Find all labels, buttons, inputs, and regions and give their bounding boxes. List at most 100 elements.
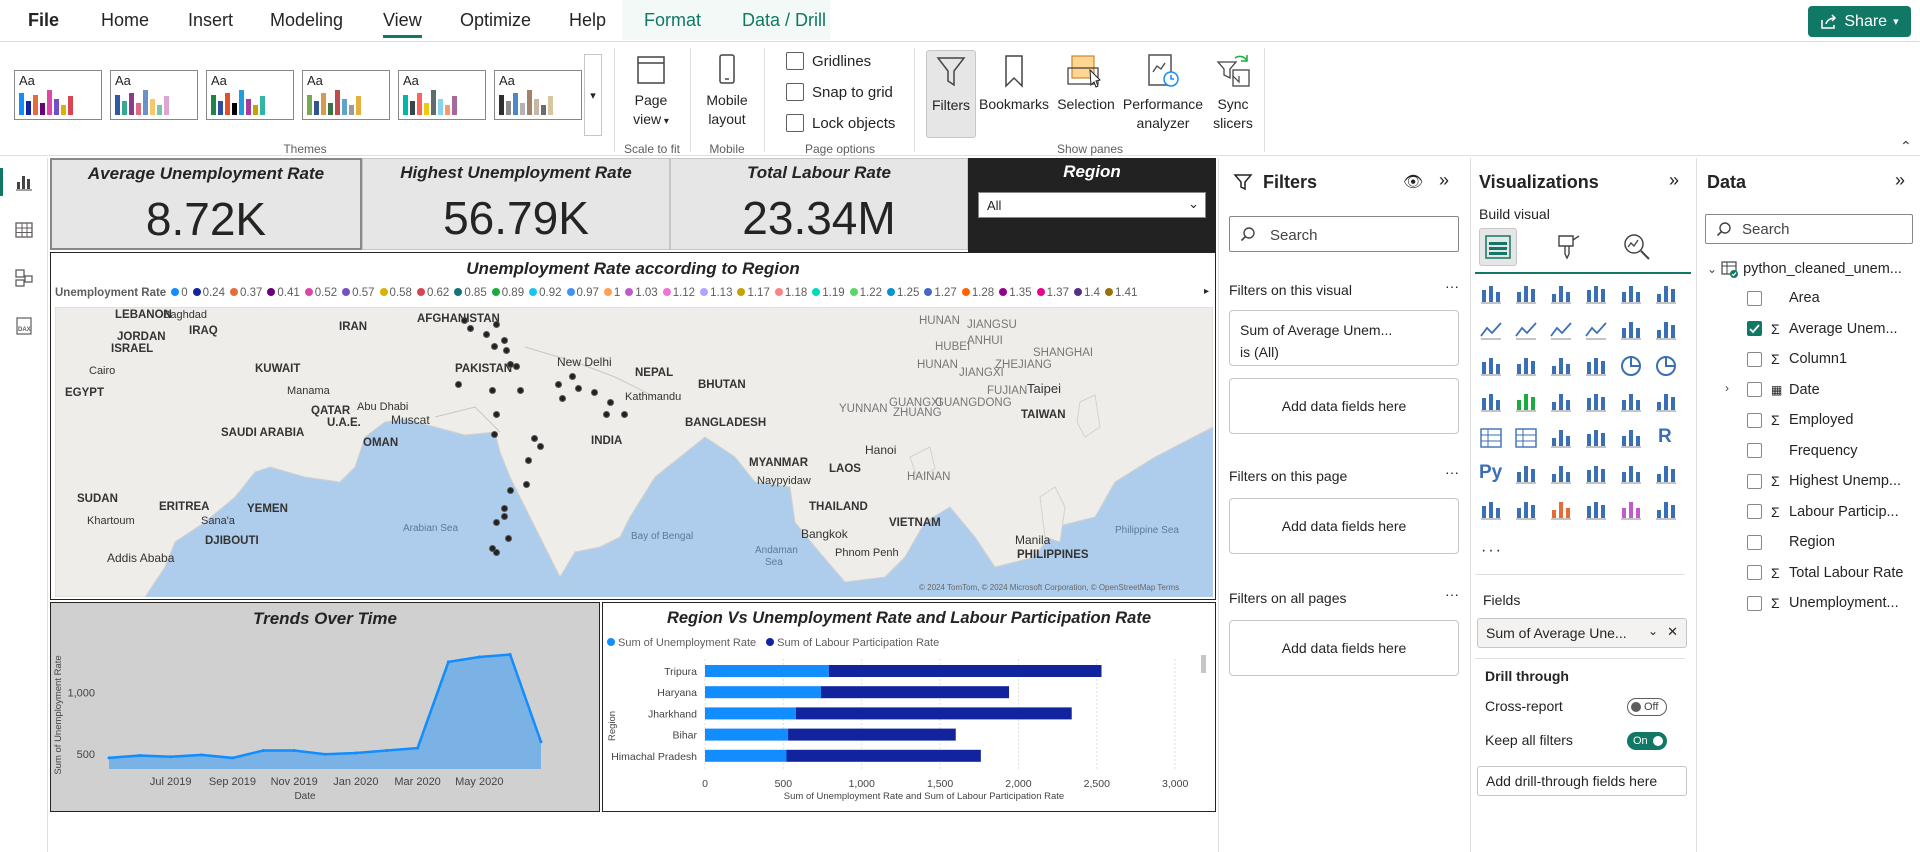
bar-segment[interactable]: [705, 728, 789, 741]
data-point[interactable]: [107, 756, 111, 760]
kpi-card-average-unemployment[interactable]: Average Unemployment Rate 8.72K: [50, 158, 362, 250]
region-slicer[interactable]: Region All ⌄: [968, 158, 1216, 252]
bar-segment[interactable]: [786, 749, 981, 762]
field-checkbox[interactable]: [1747, 473, 1762, 489]
eye-icon[interactable]: 👁: [1403, 172, 1423, 192]
tab-data-drill[interactable]: Data / Drill: [742, 10, 826, 31]
card-visual-icon[interactable]: [1654, 390, 1678, 414]
map-bubble[interactable]: [503, 347, 510, 354]
line-column-visual-icon[interactable]: [1479, 354, 1503, 378]
chevron-down-icon[interactable]: ⌄: [1648, 624, 1658, 638]
legend-item[interactable]: 1: [603, 287, 620, 299]
map-bubble[interactable]: [569, 373, 576, 380]
map-bubble[interactable]: [467, 325, 474, 332]
100-bar-visual-icon[interactable]: [1619, 282, 1643, 306]
legend-item[interactable]: 0.85: [454, 287, 487, 299]
legend-item[interactable]: 1.13: [700, 287, 732, 299]
map-bubble[interactable]: [513, 363, 520, 370]
legend-item[interactable]: 1.37: [1036, 287, 1069, 299]
qa-visual-icon[interactable]: [1619, 426, 1643, 450]
map-bubble[interactable]: [603, 411, 610, 418]
scrollbar-thumb[interactable]: [1201, 655, 1206, 673]
data-point[interactable]: [200, 753, 204, 757]
legend-item[interactable]: 0.92: [529, 287, 562, 299]
multi-row-card-visual-icon[interactable]: [1549, 462, 1573, 486]
power-automate-visual-icon[interactable]: [1479, 498, 1503, 522]
gauge-visual-icon[interactable]: [1619, 390, 1643, 414]
map-bubble[interactable]: [507, 487, 514, 494]
legend-item[interactable]: 0.24: [192, 287, 225, 299]
field-checkbox[interactable]: [1747, 504, 1762, 519]
matrix-visual-icon[interactable]: [1514, 426, 1538, 450]
keep-filters-toggle[interactable]: On: [1627, 732, 1667, 750]
data-field-average-unem[interactable]: Σ Average Unem...: [1747, 319, 1919, 339]
legend-item[interactable]: 1.41: [1104, 287, 1137, 299]
data-point[interactable]: [385, 749, 389, 753]
tab-home[interactable]: Home: [101, 10, 149, 31]
data-field-total-labour-rate[interactable]: Σ Total Labour Rate: [1747, 563, 1919, 583]
slicer-visual-icon[interactable]: [1549, 426, 1573, 450]
field-checkbox[interactable]: [1747, 290, 1762, 306]
data-field-highest-unemp[interactable]: Σ Highest Unemp...: [1747, 471, 1919, 491]
legend-item[interactable]: 0.52: [304, 287, 337, 299]
data-search-input[interactable]: Search: [1705, 214, 1913, 244]
legend-next-icon[interactable]: ▸: [1204, 286, 1209, 297]
bar-segment[interactable]: [788, 728, 956, 741]
format-visual-tab[interactable]: [1553, 232, 1583, 267]
data-field-region[interactable]: Region: [1747, 532, 1919, 552]
legend-item[interactable]: 0.62: [416, 287, 449, 299]
model-view-icon[interactable]: [12, 266, 36, 290]
theme-swatch[interactable]: Aa: [494, 70, 582, 120]
bar-segment[interactable]: [705, 749, 787, 762]
tab-modeling[interactable]: Modeling: [270, 10, 343, 31]
area-visual-icon[interactable]: [1514, 318, 1538, 342]
tab-insert[interactable]: Insert: [188, 10, 233, 31]
theme-swatch[interactable]: Aa: [110, 70, 198, 120]
data-point[interactable]: [354, 751, 358, 755]
card-new-visual-icon[interactable]: [1514, 498, 1538, 522]
field-checkbox[interactable]: [1747, 321, 1762, 336]
100-column-visual-icon[interactable]: [1654, 282, 1678, 306]
diamond-visual-icon[interactable]: [1619, 498, 1643, 522]
filled-map-visual-icon[interactable]: [1549, 390, 1573, 414]
table-view-icon[interactable]: [12, 218, 36, 242]
filters-pane-button[interactable]: Filters: [926, 50, 976, 138]
bookmarks-pane-button[interactable]: Bookmarks: [978, 52, 1050, 114]
narrative-arrow-visual-icon[interactable]: [1654, 498, 1678, 522]
stacked-area-visual-icon[interactable]: [1549, 318, 1573, 342]
data-field-date[interactable]: › ▦ Date: [1725, 380, 1919, 400]
share-button[interactable]: Share ▾: [1808, 6, 1911, 37]
legend-item[interactable]: 1.03: [625, 287, 658, 299]
map-bubble[interactable]: [461, 317, 468, 324]
map-bubble[interactable]: [493, 519, 500, 526]
map-canvas[interactable]: LEBANON Baghdad JORDAN ISRAEL IRAQ IRAN …: [55, 307, 1213, 597]
legend-item[interactable]: 1.28: [961, 287, 994, 299]
add-visual-filter-dropzone[interactable]: Add data fields here: [1229, 378, 1459, 434]
field-checkbox[interactable]: [1747, 534, 1762, 550]
stacked-bar-visual-icon[interactable]: [1479, 282, 1503, 306]
pie-visual-icon[interactable]: [1619, 354, 1643, 378]
legend-item[interactable]: 1.27: [924, 287, 957, 299]
map-bubble[interactable]: [505, 535, 512, 542]
bar-segment[interactable]: [820, 686, 1010, 699]
kpi-visual-icon[interactable]: [1584, 426, 1608, 450]
field-checkbox[interactable]: [1747, 565, 1762, 580]
treemap-visual-icon[interactable]: [1479, 390, 1503, 414]
tab-help[interactable]: Help: [569, 10, 606, 31]
add-page-filter-dropzone[interactable]: Add data fields here: [1229, 498, 1459, 554]
map-bubble[interactable]: [455, 381, 462, 388]
map-bubble[interactable]: [501, 513, 508, 520]
map-bubble[interactable]: [591, 389, 598, 396]
data-point[interactable]: [230, 756, 234, 760]
metrics-visual-icon[interactable]: [1584, 498, 1608, 522]
data-field-employed[interactable]: Σ Employed: [1747, 410, 1919, 430]
field-checkbox[interactable]: [1747, 351, 1762, 367]
decomposition-visual-icon[interactable]: [1514, 462, 1538, 486]
more-options-icon[interactable]: ···: [1445, 464, 1459, 480]
waterfall-visual-icon[interactable]: [1619, 318, 1643, 342]
chevron-right-icon[interactable]: ›: [1725, 381, 1729, 395]
trend-area-chart[interactable]: Trends Over Time 500 1,000 Jul 2019 Sep 201…: [50, 602, 600, 812]
donut-visual-icon[interactable]: [1654, 354, 1678, 378]
tab-optimize[interactable]: Optimize: [460, 10, 531, 31]
bar-segment[interactable]: [828, 665, 1102, 677]
